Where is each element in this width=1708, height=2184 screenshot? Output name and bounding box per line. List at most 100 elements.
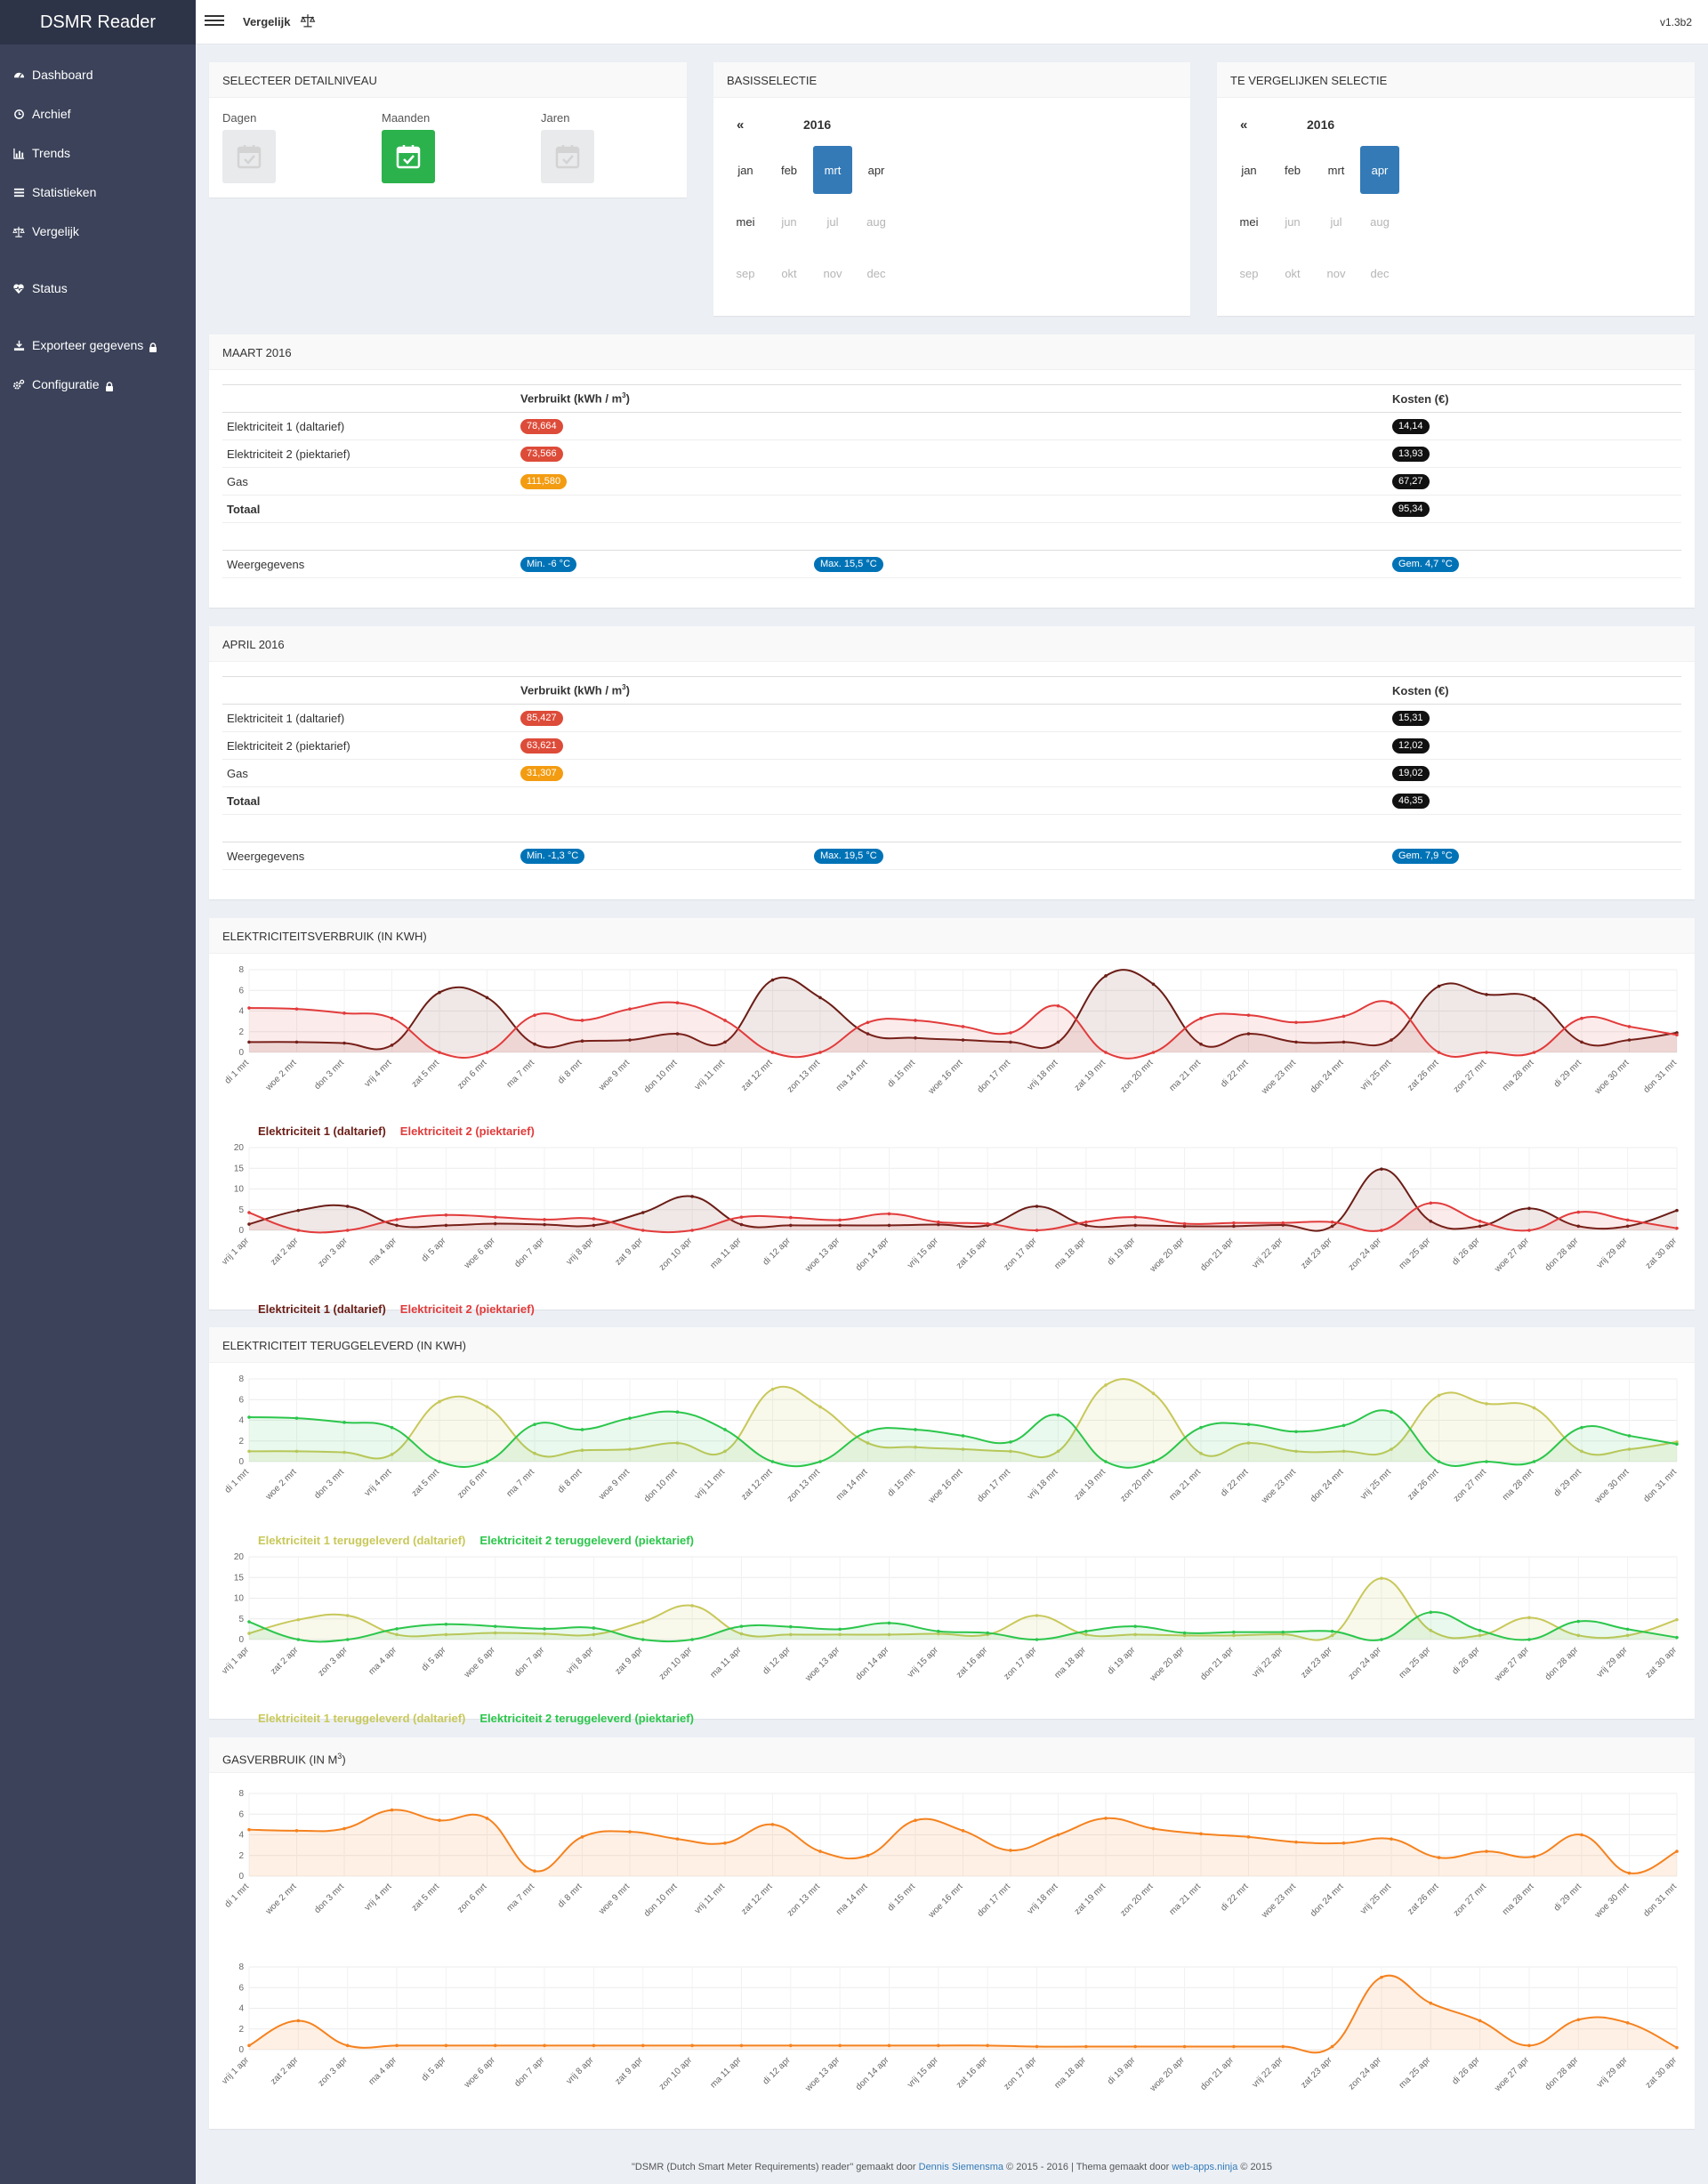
data-point[interactable] <box>580 1019 584 1022</box>
data-point[interactable] <box>1035 1614 1039 1617</box>
data-point[interactable] <box>1151 1391 1156 1396</box>
sidebar-item-exporteer-gegevens[interactable]: Exporteer gegevens <box>0 326 196 365</box>
data-point[interactable] <box>723 1428 727 1431</box>
month-nov[interactable]: nov <box>1317 249 1356 297</box>
data-point[interactable] <box>1380 1167 1383 1171</box>
data-point[interactable] <box>1576 1210 1581 1214</box>
data-point[interactable] <box>640 2043 645 2048</box>
data-point[interactable] <box>739 1624 744 1628</box>
data-point[interactable] <box>1675 1850 1679 1853</box>
data-point[interactable] <box>1330 2044 1334 2049</box>
data-point[interactable] <box>675 1837 680 1841</box>
data-point[interactable] <box>390 1808 394 1812</box>
month-feb[interactable]: feb <box>769 146 809 194</box>
data-point[interactable] <box>914 1019 917 1022</box>
theme-link[interactable]: web-apps.ninja <box>1172 2162 1237 2172</box>
data-point[interactable] <box>1281 1221 1285 1225</box>
data-point[interactable] <box>294 1829 299 1833</box>
data-point[interactable] <box>390 1016 394 1020</box>
data-point[interactable] <box>788 1215 793 1220</box>
data-point[interactable] <box>818 1850 822 1853</box>
legend-item-e2[interactable]: Elektriciteit 2 (piektarief) <box>400 1124 535 1138</box>
data-point[interactable] <box>1330 1629 1334 1633</box>
data-point[interactable] <box>838 1627 842 1632</box>
data-point[interactable] <box>1675 1635 1679 1640</box>
sidebar-item-status[interactable]: Status <box>0 269 196 308</box>
data-point[interactable] <box>1627 1025 1631 1028</box>
month-apr[interactable]: apr <box>857 146 896 194</box>
data-point[interactable] <box>1627 1871 1631 1875</box>
data-point[interactable] <box>1182 2044 1187 2049</box>
data-point[interactable] <box>1294 1840 1298 1844</box>
data-point[interactable] <box>438 990 441 995</box>
legend-item-e1[interactable]: Elektriciteit 1 (daltarief) <box>258 1124 386 1138</box>
legend-item-e1[interactable]: Elektriciteit 1 (daltarief) <box>258 1302 386 1316</box>
data-point[interactable] <box>675 1001 680 1004</box>
data-point[interactable] <box>395 2043 399 2048</box>
data-point[interactable] <box>640 1638 645 1641</box>
month-jun[interactable]: jun <box>769 197 809 246</box>
month-jan[interactable]: jan <box>726 146 765 194</box>
month-okt[interactable]: okt <box>1273 249 1312 297</box>
data-point[interactable] <box>1084 2044 1088 2049</box>
data-point[interactable] <box>770 1460 775 1463</box>
data-point[interactable] <box>1390 1001 1393 1004</box>
data-point[interactable] <box>1294 1430 1298 1434</box>
data-point[interactable] <box>818 995 822 1000</box>
data-point[interactable] <box>438 1818 441 1823</box>
data-point[interactable] <box>345 1614 350 1617</box>
data-point[interactable] <box>345 2043 350 2048</box>
data-point[interactable] <box>345 1638 350 1641</box>
month-jul[interactable]: jul <box>1317 197 1356 246</box>
data-point[interactable] <box>1056 1003 1060 1008</box>
data-point[interactable] <box>887 1212 891 1216</box>
data-point[interactable] <box>1429 2001 1433 2005</box>
data-point[interactable] <box>640 1211 645 1214</box>
month-nov[interactable]: nov <box>813 249 852 297</box>
month-aug[interactable]: aug <box>857 197 896 246</box>
data-point[interactable] <box>628 1830 632 1833</box>
data-point[interactable] <box>533 1013 536 1017</box>
data-point[interactable] <box>1009 1031 1012 1035</box>
data-point[interactable] <box>628 1416 632 1420</box>
month-apr[interactable]: apr <box>1360 146 1399 194</box>
data-point[interactable] <box>342 1421 346 1424</box>
data-point[interactable] <box>1380 1975 1383 1979</box>
month-sep[interactable]: sep <box>1229 249 1269 297</box>
legend-item-r1[interactable]: Elektriciteit 1 teruggeleverd (daltarief… <box>258 1534 465 1547</box>
previous-year-button[interactable]: « <box>737 117 744 133</box>
data-point[interactable] <box>1104 974 1108 978</box>
data-point[interactable] <box>592 1217 596 1221</box>
data-point[interactable] <box>438 1460 441 1463</box>
data-point[interactable] <box>1182 1631 1187 1635</box>
author-link[interactable]: Dennis Siemensma <box>919 2162 1003 2172</box>
data-point[interactable] <box>1056 1833 1060 1837</box>
data-point[interactable] <box>1151 1826 1156 1831</box>
data-point[interactable] <box>1035 1205 1039 1208</box>
data-point[interactable] <box>690 1195 694 1198</box>
month-jan[interactable]: jan <box>1229 146 1269 194</box>
data-point[interactable] <box>937 1220 940 1224</box>
month-sep[interactable]: sep <box>726 249 765 297</box>
sidebar-item-statistieken[interactable]: Statistieken <box>0 173 196 212</box>
data-point[interactable] <box>1151 1460 1156 1463</box>
level-days-button[interactable] <box>222 130 276 183</box>
data-point[interactable] <box>1246 1422 1251 1426</box>
brand-logo[interactable]: DSMR Reader <box>0 0 196 44</box>
data-point[interactable] <box>1532 1051 1536 1054</box>
data-point[interactable] <box>444 1213 448 1217</box>
data-point[interactable] <box>1341 1423 1346 1428</box>
data-point[interactable] <box>1341 1014 1346 1019</box>
data-point[interactable] <box>1199 1016 1203 1020</box>
data-point[interactable] <box>1527 1638 1531 1641</box>
data-point[interactable] <box>247 1620 251 1624</box>
data-point[interactable] <box>296 1229 301 1232</box>
data-point[interactable] <box>1380 1576 1383 1580</box>
data-point[interactable] <box>986 1221 989 1226</box>
data-point[interactable] <box>1437 1856 1441 1859</box>
data-point[interactable] <box>675 1410 680 1414</box>
sidebar-item-configuratie[interactable]: Configuratie <box>0 365 196 404</box>
data-point[interactable] <box>390 1425 394 1430</box>
data-point[interactable] <box>1532 1460 1536 1463</box>
data-point[interactable] <box>1104 1817 1108 1820</box>
